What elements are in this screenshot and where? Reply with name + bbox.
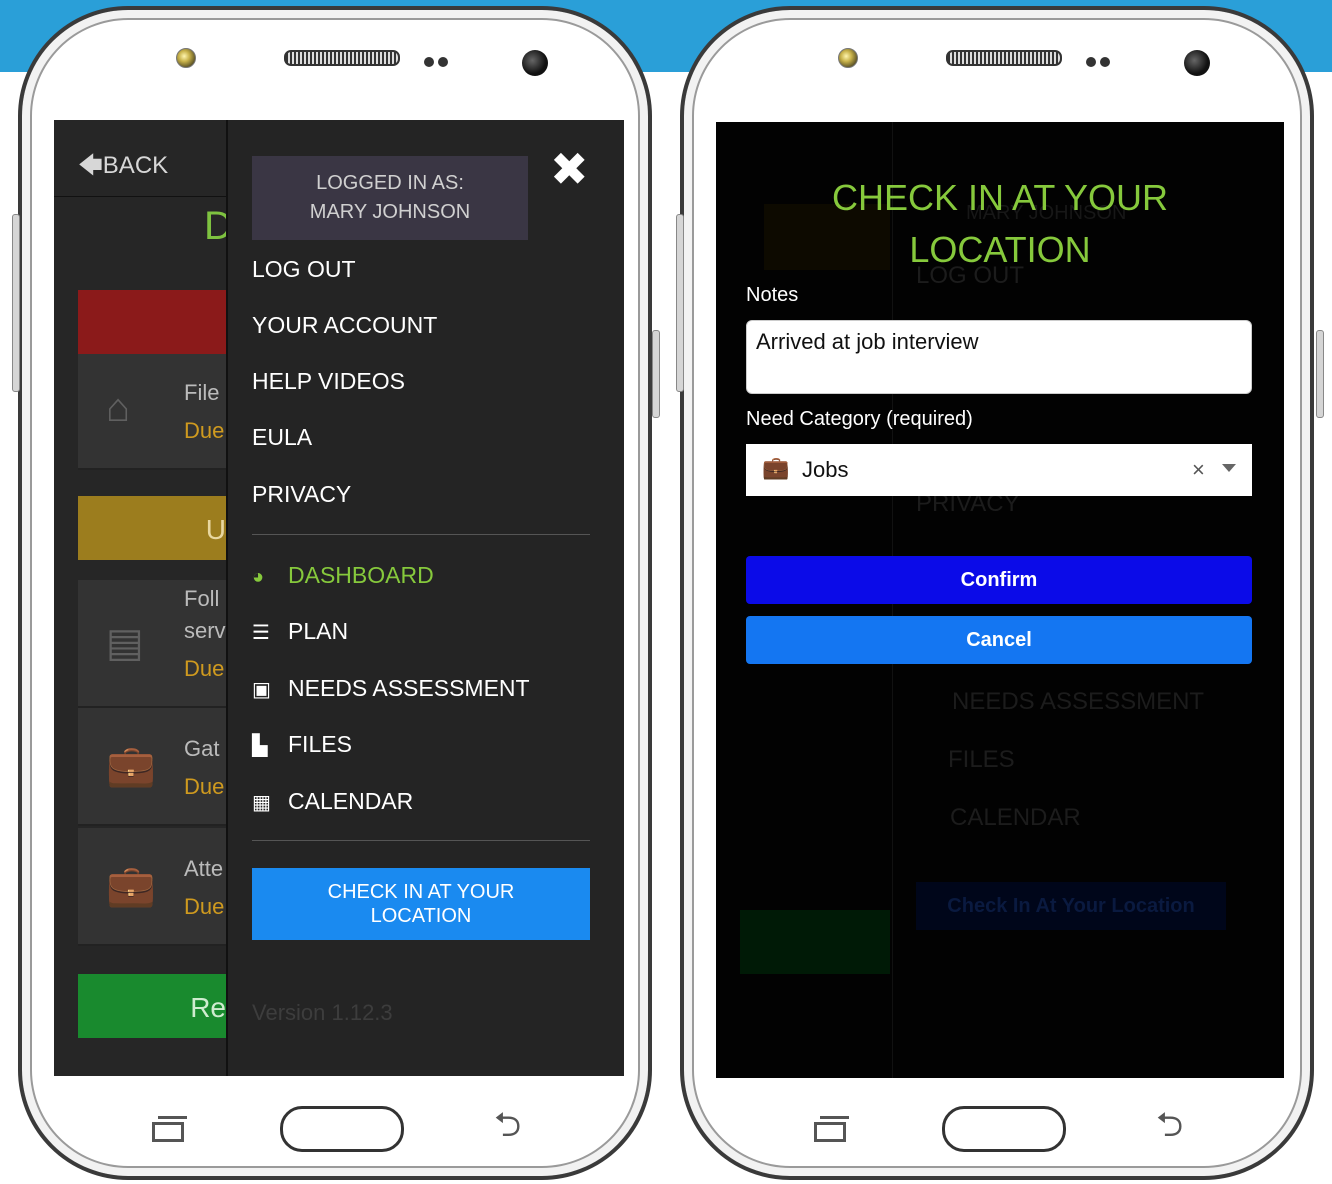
- nav-item-plan[interactable]: ☰ PLAN: [252, 618, 348, 645]
- need-category-label: Need Category (required): [746, 408, 973, 430]
- close-icon[interactable]: ✖: [550, 142, 589, 196]
- selected-category: Jobs: [802, 457, 849, 482]
- front-camera-icon: [522, 50, 548, 76]
- home-icon: ⌂: [106, 386, 131, 430]
- menu-divider: [252, 534, 590, 535]
- notes-label: Notes: [746, 284, 799, 306]
- task-title: Atte: [184, 856, 224, 881]
- task-card[interactable]: 💼 Gat Due: [78, 708, 226, 826]
- left-volume-button: [12, 214, 20, 392]
- back-link[interactable]: 🡄BACK: [78, 148, 168, 189]
- logged-in-box: LOGGED IN AS: MARY JOHNSON: [252, 156, 528, 240]
- system-back-icon[interactable]: ⮌: [1156, 1108, 1183, 1142]
- nav-item-calendar[interactable]: ▦ CALENDAR: [252, 788, 413, 815]
- front-sensor-icon: [838, 48, 858, 68]
- task-card[interactable]: ▤ Foll serv Due: [78, 580, 226, 708]
- menu-item-privacy[interactable]: PRIVACY: [252, 481, 351, 508]
- right-screen: MARY JOHNSON LOG OUT PRIVACY NEEDS ASSES…: [716, 122, 1284, 1078]
- section-header-label: U: [205, 514, 226, 545]
- briefcase-icon: ▣: [252, 679, 271, 701]
- task-title-line2: serv: [184, 618, 226, 643]
- dashboard-background: 🡄BACK D ⌂ File Due U ▤ Foll serv Due 💼 G…: [54, 120, 233, 1076]
- modal-title: CHECK IN AT YOUR LOCATION: [831, 177, 1169, 270]
- earpiece-speaker: [946, 50, 1062, 66]
- archive-icon: ▤: [106, 621, 144, 665]
- user-name: MARY JOHNSON: [309, 201, 471, 223]
- resources-section-header[interactable]: Re: [78, 974, 226, 1038]
- front-camera-icon: [1184, 50, 1210, 76]
- front-sensor-icon: [176, 48, 196, 68]
- proximity-dots: [424, 54, 454, 67]
- task-due: Due: [184, 894, 225, 919]
- background-check-in-button: Check In At Your Location: [916, 882, 1226, 930]
- background-menu-item: CALENDAR: [950, 804, 1081, 831]
- home-button[interactable]: [280, 1106, 404, 1152]
- header-divider: [54, 196, 226, 197]
- left-power-button: [652, 330, 660, 418]
- background-green-bar: [740, 910, 890, 974]
- dashboard-icon: ◕: [252, 566, 265, 588]
- briefcase-icon: 💼: [762, 455, 790, 480]
- left-screen: 🡄BACK D ⌂ File Due U ▤ Foll serv Due 💼 G…: [54, 120, 624, 1076]
- menu-item-log-out[interactable]: LOG OUT: [252, 256, 356, 283]
- navigation-drawer: LOGGED IN AS: MARY JOHNSON ✖ LOG OUT YOU…: [226, 120, 624, 1076]
- section-header-label: Re: [190, 992, 226, 1023]
- task-card[interactable]: 💼 Atte Due: [78, 828, 226, 946]
- need-category-select[interactable]: 💼 Jobs ×: [746, 444, 1252, 496]
- task-title: Foll: [184, 586, 220, 611]
- menu-item-help-videos[interactable]: HELP VIDEOS: [252, 368, 405, 395]
- briefcase-icon: 💼: [106, 744, 156, 788]
- nav-item-needs-assessment[interactable]: ▣ NEEDS ASSESSMENT: [252, 675, 530, 702]
- task-title: File: [184, 380, 220, 405]
- task-title: Gat: [184, 736, 220, 761]
- task-due: Due: [184, 774, 225, 799]
- background-menu-item: NEEDS ASSESSMENT: [952, 688, 1205, 715]
- home-button[interactable]: [942, 1106, 1066, 1152]
- recent-apps-icon[interactable]: [152, 1116, 187, 1142]
- version-label: Version 1.12.3: [252, 1000, 393, 1025]
- upcoming-section-header[interactable]: U: [78, 496, 226, 560]
- confirm-button[interactable]: Confirm: [746, 556, 1252, 604]
- menu-item-eula[interactable]: EULA: [252, 424, 312, 451]
- menu-divider: [252, 840, 590, 841]
- notes-textarea[interactable]: Arrived at job interview: [746, 320, 1252, 394]
- arrow-left-icon: 🡄: [78, 152, 103, 179]
- proximity-dots: [1086, 54, 1116, 67]
- task-due: Due: [184, 656, 225, 681]
- briefcase-icon: 💼: [106, 864, 156, 908]
- task-due: Due: [184, 418, 225, 443]
- system-back-icon[interactable]: ⮌: [494, 1108, 521, 1142]
- file-icon: ▙: [252, 735, 268, 757]
- overdue-section-header[interactable]: [78, 290, 226, 354]
- right-power-button: [1316, 330, 1324, 418]
- check-in-button[interactable]: CHECK IN AT YOUR LOCATION: [252, 868, 590, 940]
- nav-item-dashboard[interactable]: ◕ DASHBOARD: [252, 562, 434, 589]
- earpiece-speaker: [284, 50, 400, 66]
- right-volume-button: [676, 214, 684, 392]
- nav-item-files[interactable]: ▙ FILES: [252, 731, 352, 758]
- calendar-icon: ▦: [252, 792, 271, 814]
- chevron-down-icon[interactable]: [1222, 464, 1236, 472]
- recent-apps-icon[interactable]: [814, 1116, 849, 1142]
- menu-item-your-account[interactable]: YOUR ACCOUNT: [252, 312, 437, 339]
- clear-selection-icon[interactable]: ×: [1192, 457, 1205, 483]
- logged-in-label: LOGGED IN AS:: [316, 172, 464, 194]
- list-icon: ☰: [252, 622, 270, 644]
- background-menu-item: FILES: [948, 746, 1015, 773]
- task-card[interactable]: ⌂ File Due: [78, 354, 226, 470]
- cancel-button[interactable]: Cancel: [746, 616, 1252, 664]
